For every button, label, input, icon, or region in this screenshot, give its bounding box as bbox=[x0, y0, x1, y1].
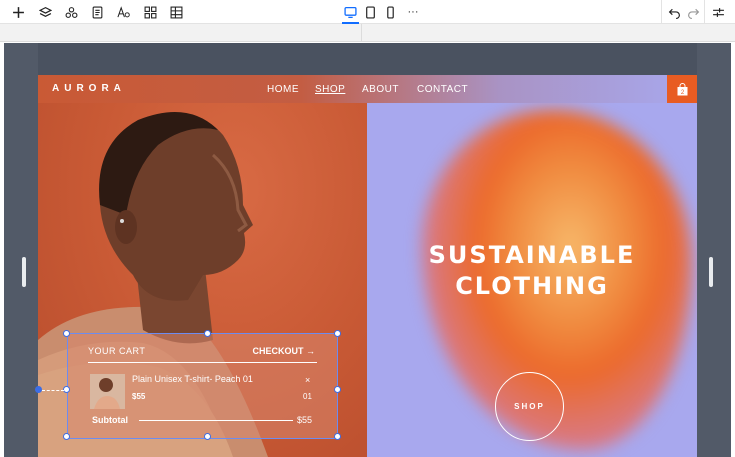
selection-handle[interactable] bbox=[204, 330, 211, 337]
cart-button[interactable]: 2 bbox=[667, 75, 697, 103]
selection-handle[interactable] bbox=[63, 330, 70, 337]
toolbar-divider bbox=[661, 0, 662, 24]
stage-gutter-left bbox=[4, 43, 38, 457]
add-icon[interactable] bbox=[9, 3, 27, 21]
subtotal-divider bbox=[139, 420, 293, 421]
checkout-link[interactable]: CHECKOUT → bbox=[253, 346, 316, 356]
desktop-icon[interactable] bbox=[341, 3, 359, 21]
hero-text-panel: SUSTAINABLE CLOTHING SHOP bbox=[367, 75, 697, 457]
subtotal-label: Subtotal bbox=[92, 415, 128, 425]
nav-home[interactable]: HOME bbox=[267, 84, 299, 95]
resize-handle-left[interactable] bbox=[22, 257, 26, 287]
apps-icon[interactable] bbox=[62, 3, 80, 21]
hero-heading-line2: CLOTHING bbox=[455, 272, 609, 300]
undo-icon[interactable] bbox=[665, 3, 683, 21]
selection-handle[interactable] bbox=[334, 386, 341, 393]
ruler-bar bbox=[0, 24, 735, 42]
hero-image-panel: YOUR CART CHECKOUT → Plain Unisex T-shir… bbox=[38, 75, 367, 457]
cart-widget[interactable]: YOUR CART CHECKOUT → Plain Unisex T-shir… bbox=[67, 333, 338, 439]
divider bbox=[88, 362, 317, 363]
nav-shop[interactable]: SHOP bbox=[315, 84, 345, 95]
cart-item-quantity[interactable]: 01 bbox=[303, 392, 312, 401]
hero-heading-line1: SUSTAINABLE bbox=[428, 241, 636, 269]
redo-icon[interactable] bbox=[684, 3, 702, 21]
cart-title: YOUR CART bbox=[88, 346, 146, 356]
selection-handle[interactable] bbox=[334, 433, 341, 440]
editor-toolbar: ··· bbox=[0, 0, 735, 24]
site-header: AURORA HOME SHOP ABOUT CONTACT 2 bbox=[38, 75, 697, 103]
more-button[interactable]: ··· bbox=[403, 3, 423, 21]
stage-gutter-right bbox=[697, 43, 731, 457]
shop-button[interactable]: SHOP bbox=[495, 372, 564, 441]
grid-icon[interactable] bbox=[141, 3, 159, 21]
remove-item-button[interactable]: × bbox=[305, 375, 310, 385]
anchor-handle[interactable] bbox=[35, 386, 42, 393]
layers-icon[interactable] bbox=[36, 3, 54, 21]
subtotal-value: $55 bbox=[297, 415, 313, 425]
cart-item-price: $55 bbox=[132, 392, 146, 401]
selection-handle[interactable] bbox=[63, 433, 70, 440]
pages-icon[interactable] bbox=[88, 3, 106, 21]
toolbar-divider bbox=[704, 0, 705, 24]
cart-item-name: Plain Unisex T-shirt- Peach 01 bbox=[132, 374, 253, 384]
anchor-connector bbox=[42, 390, 64, 391]
site-canvas: YOUR CART CHECKOUT → Plain Unisex T-shir… bbox=[38, 75, 697, 457]
selection-handle[interactable] bbox=[204, 433, 211, 440]
table-icon[interactable] bbox=[167, 3, 185, 21]
nav-contact[interactable]: CONTACT bbox=[417, 84, 468, 95]
site-logo[interactable]: AURORA bbox=[52, 83, 126, 94]
selection-handle[interactable] bbox=[63, 386, 70, 393]
selection-handle[interactable] bbox=[334, 330, 341, 337]
hero-heading: SUSTAINABLE CLOTHING bbox=[367, 240, 697, 302]
text-style-icon[interactable] bbox=[114, 3, 132, 21]
mobile-icon[interactable] bbox=[381, 3, 399, 21]
settings-toggle-icon[interactable] bbox=[709, 3, 727, 21]
nav-about[interactable]: ABOUT bbox=[362, 84, 399, 95]
product-thumbnail bbox=[90, 374, 125, 409]
tablet-icon[interactable] bbox=[361, 3, 379, 21]
shopping-bag-icon: 2 bbox=[677, 82, 687, 96]
resize-handle-right[interactable] bbox=[709, 257, 713, 287]
